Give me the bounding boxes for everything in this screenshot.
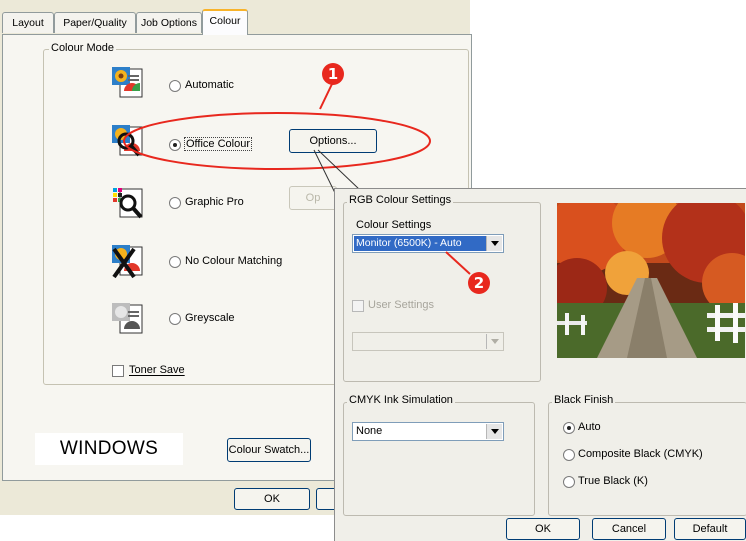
user-settings-dropdown[interactable] — [352, 332, 504, 351]
black-finish-auto-radio[interactable] — [563, 422, 575, 434]
callout-ellipse — [123, 112, 431, 170]
chevron-down-icon — [486, 236, 502, 251]
rgb-ok-button[interactable]: OK — [506, 518, 580, 540]
black-finish-title: Black Finish — [552, 394, 616, 406]
black-finish-true-black-label: True Black (K) — [578, 475, 648, 487]
cmyk-simulation-value: None — [356, 425, 383, 437]
cmyk-group-title: CMYK Ink Simulation — [347, 394, 455, 406]
chevron-down-icon — [486, 334, 502, 349]
callout-number-one: 1 — [322, 63, 344, 85]
black-finish-composite-label: Composite Black (CMYK) — [578, 448, 703, 460]
callout-one-leader — [319, 83, 333, 110]
rgb-default-button[interactable]: Default — [674, 518, 746, 540]
user-settings-label: User Settings — [368, 299, 435, 311]
black-finish-true-black-radio[interactable] — [563, 476, 575, 488]
black-finish-auto-label: Auto — [578, 421, 601, 433]
colour-settings-label: Colour Settings — [356, 219, 432, 231]
user-settings-checkbox[interactable] — [352, 300, 364, 312]
black-finish-composite-radio[interactable] — [563, 449, 575, 461]
callout-number-two: 2 — [468, 272, 490, 294]
rgb-cancel-button[interactable]: Cancel — [592, 518, 666, 540]
rgb-group-title: RGB Colour Settings — [347, 194, 454, 206]
tab-colour[interactable]: Colour — [202, 9, 248, 35]
cmyk-simulation-dropdown[interactable]: None — [352, 422, 504, 441]
chevron-down-icon — [486, 424, 502, 439]
colour-preview-image — [547, 188, 746, 358]
colour-settings-value: Monitor (6500K) - Auto — [354, 236, 486, 251]
colour-settings-dropdown[interactable]: Monitor (6500K) - Auto — [352, 234, 504, 253]
cmyk-ink-simulation-group — [343, 402, 535, 516]
